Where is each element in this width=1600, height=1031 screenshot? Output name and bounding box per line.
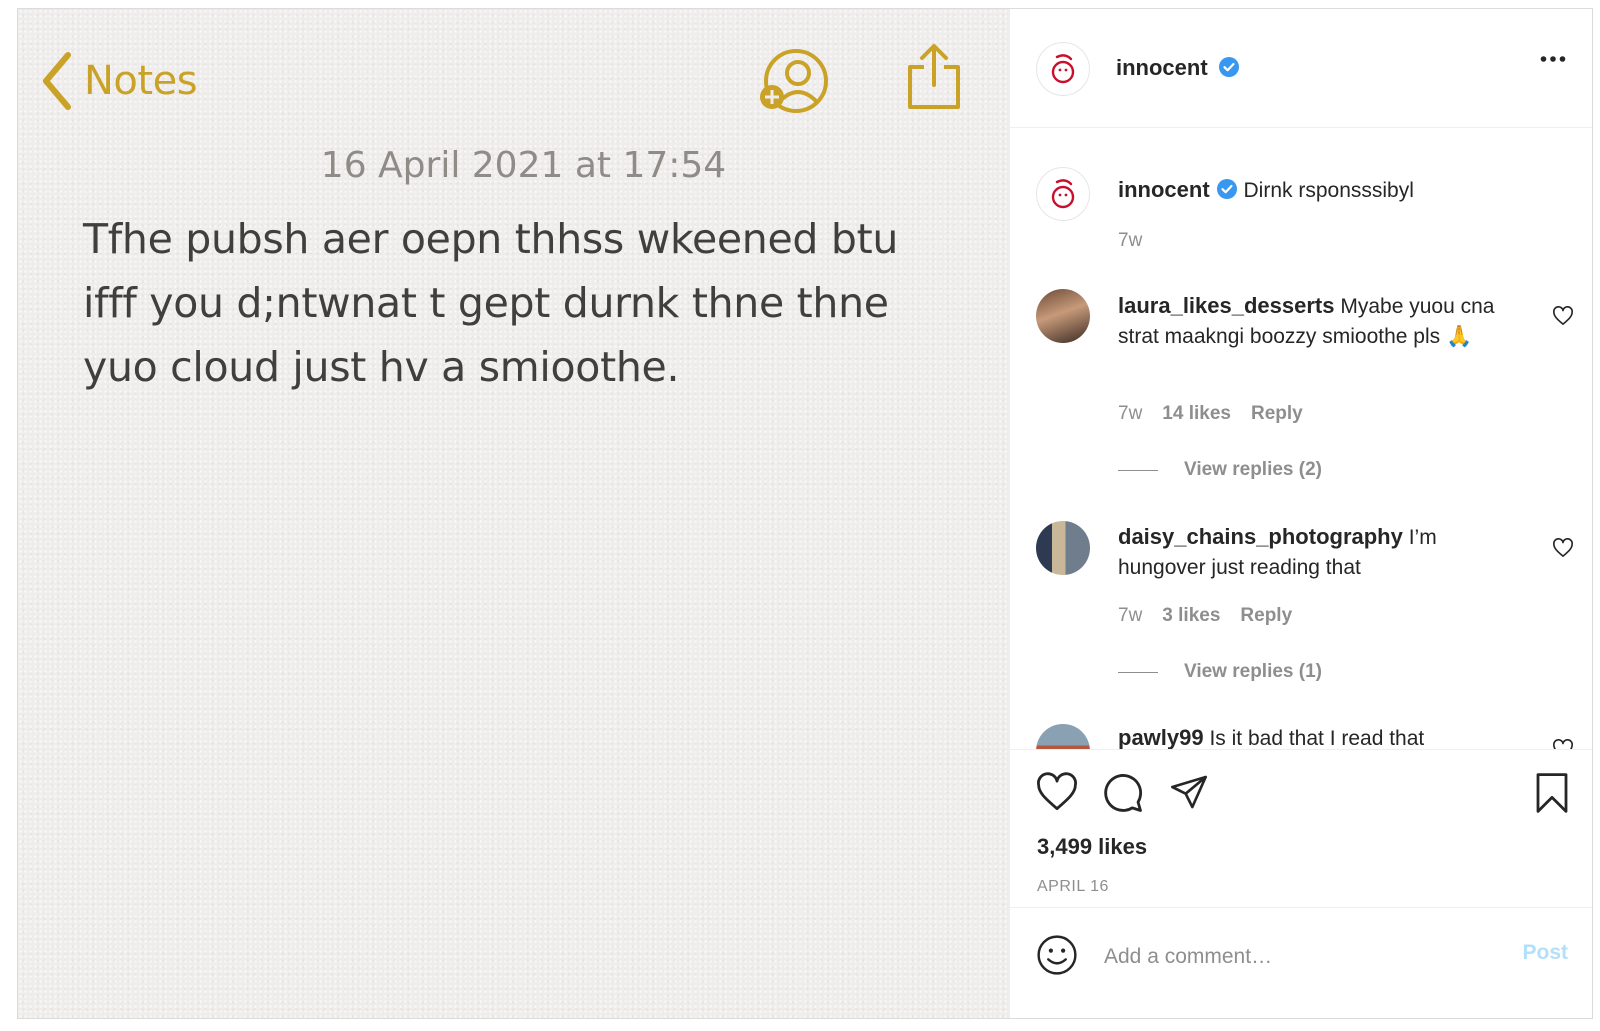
add-person-icon xyxy=(760,49,828,113)
author-avatar[interactable] xyxy=(1036,42,1090,96)
comment-likes[interactable]: 14 likes xyxy=(1162,403,1231,425)
post-comment-button[interactable]: Post xyxy=(1522,941,1568,965)
comment-avatar[interactable] xyxy=(1036,289,1090,343)
comment-like-icon[interactable] xyxy=(1552,306,1574,326)
notes-back-label: Notes xyxy=(84,58,198,104)
caption-username[interactable]: innocent xyxy=(1118,177,1210,202)
caption-time[interactable]: 7w xyxy=(1118,230,1142,252)
comment-like-icon[interactable] xyxy=(1552,538,1574,558)
post-date[interactable]: APRIL 16 xyxy=(1037,878,1109,896)
caption-text: Dirnk rsponsssibyl xyxy=(1243,179,1414,202)
share-direct-icon[interactable] xyxy=(1168,772,1210,812)
innocent-logo-icon xyxy=(1051,54,1075,84)
author-username[interactable]: innocent xyxy=(1116,55,1208,80)
comment-time[interactable]: 7w xyxy=(1118,403,1142,425)
comment: daisy_chains_photography I’m hungover ju… xyxy=(1118,522,1496,583)
replies-divider xyxy=(1118,671,1158,673)
view-replies-label: View replies (2) xyxy=(1184,459,1322,480)
author-name-row: innocent xyxy=(1116,55,1240,81)
comment-time[interactable]: 7w xyxy=(1118,605,1142,627)
verified-badge-icon xyxy=(1216,179,1237,199)
innocent-logo-icon xyxy=(1051,179,1075,209)
comment: laura_likes_desserts Myabe yuou cna stra… xyxy=(1118,291,1496,352)
replies-divider xyxy=(1118,469,1158,471)
more-options-icon[interactable] xyxy=(1540,55,1566,63)
comment-meta: 7w 3 likes Reply xyxy=(1118,605,1292,627)
post-actions: 3,499 likes APRIL 16 xyxy=(1010,749,1592,908)
view-replies-button[interactable]: View replies (1) xyxy=(1118,661,1322,683)
post-header: innocent xyxy=(1010,9,1592,128)
caption-meta: 7w xyxy=(1118,230,1142,252)
caption-avatar[interactable] xyxy=(1036,167,1090,221)
comment-avatar[interactable] xyxy=(1036,521,1090,575)
note-body-text: Tfhe pubsh aer oepn thhss wkeened btu if… xyxy=(83,215,899,391)
post-image: Notes 16 April 2021 at 17:54 Tfhe pubsh … xyxy=(18,9,1029,1018)
save-icon[interactable] xyxy=(1534,772,1570,814)
comment-like-icon[interactable] xyxy=(1552,739,1574,749)
add-comment-bar: Post xyxy=(1010,907,1592,1018)
emoji-icon[interactable] xyxy=(1036,934,1078,976)
comment-reply-button[interactable]: Reply xyxy=(1251,403,1303,425)
share-icon xyxy=(908,44,960,109)
comment-username[interactable]: pawly99 xyxy=(1118,725,1204,749)
caption: innocent Dirnk rsponsssibyl xyxy=(1118,175,1538,206)
post-sidebar: innocent innocent Dirnk rsponsssibyl 7w … xyxy=(1009,9,1592,1018)
likes-count[interactable]: 3,499 likes xyxy=(1037,834,1147,860)
comment-username[interactable]: laura_likes_desserts xyxy=(1118,293,1335,318)
like-icon[interactable] xyxy=(1036,772,1078,812)
comment-meta: 7w 14 likes Reply xyxy=(1118,403,1303,425)
view-replies-label: View replies (1) xyxy=(1184,661,1322,682)
comment-input[interactable] xyxy=(1102,936,1486,978)
comment-icon[interactable] xyxy=(1102,772,1144,814)
verified-badge-icon xyxy=(1219,57,1240,77)
chevron-left-icon xyxy=(43,52,71,110)
comment-reply-button[interactable]: Reply xyxy=(1240,605,1292,627)
notes-back-button: Notes xyxy=(40,51,198,111)
note-timestamp: 16 April 2021 at 17:54 xyxy=(320,145,727,186)
post-modal: Notes 16 April 2021 at 17:54 Tfhe pubsh … xyxy=(17,8,1593,1019)
comment: pawly99 Is it bad that I read that xyxy=(1118,723,1538,749)
comment-avatar[interactable] xyxy=(1036,724,1090,749)
comment-text: Is it bad that I read that xyxy=(1209,727,1425,749)
view-replies-button[interactable]: View replies (2) xyxy=(1118,459,1322,481)
comment-likes[interactable]: 3 likes xyxy=(1162,605,1220,627)
comment-username[interactable]: daisy_chains_photography xyxy=(1118,524,1403,549)
comments-list[interactable]: innocent Dirnk rsponsssibyl 7w laura_lik… xyxy=(1010,137,1592,749)
